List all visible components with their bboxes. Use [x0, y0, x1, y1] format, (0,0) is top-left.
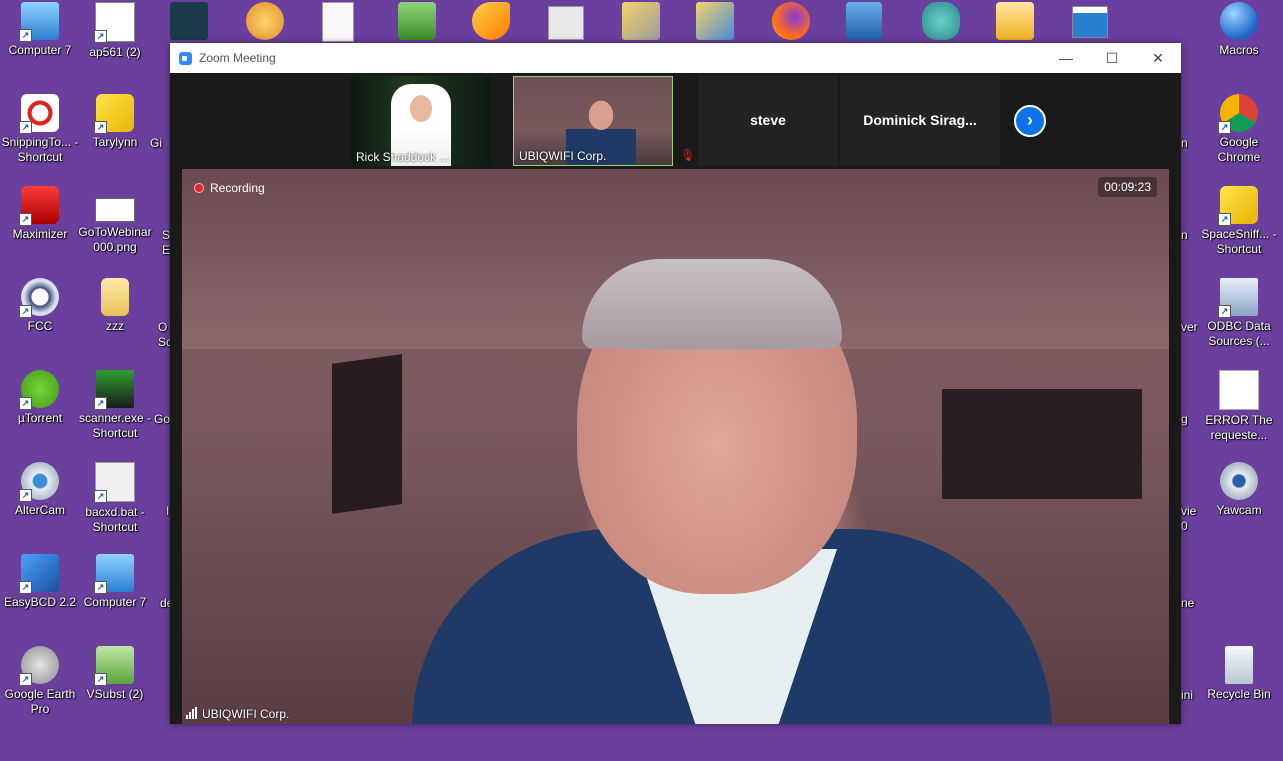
desktop-icon-tarylynn[interactable]: ↗ Tarylynn — [76, 94, 154, 150]
snipping-tool-icon: ↗ — [19, 94, 59, 134]
speaker-hair — [582, 259, 842, 349]
maximize-button[interactable]: ☐ — [1089, 43, 1135, 73]
tools-icon[interactable] — [696, 2, 734, 40]
close-button[interactable]: ✕ — [1135, 43, 1181, 73]
vsubst-icon: ↗ — [94, 646, 134, 686]
desktop-icon-altercam[interactable]: ↗ AlterCam — [1, 462, 79, 518]
globe-icon — [1220, 2, 1258, 40]
easybcd-icon: ↗ — [19, 554, 59, 594]
recording-dot-icon — [194, 183, 204, 193]
video-window — [942, 389, 1142, 499]
firefox-icon[interactable] — [772, 2, 810, 40]
participant-name: UBIQWIFI Corp. — [519, 149, 607, 163]
desktop-icon-odbc[interactable]: ↗ ODBC Data Sources (... — [1200, 278, 1278, 349]
participant-name: Rick Shaddock ... — [356, 150, 450, 164]
computer-icon: ↗ — [19, 2, 59, 42]
utorrent-icon: ↗ — [19, 370, 59, 410]
scanner-icon: ↗ — [94, 370, 134, 410]
desktop-icon-recycle-bin[interactable]: Recycle Bin — [1200, 646, 1278, 702]
desktop-partial-label: ini — [1181, 688, 1194, 702]
desktop-icon-snipping-tool[interactable]: ↗ SnippingTo... - Shortcut — [1, 94, 79, 165]
desktop-icon-google-chrome[interactable]: ↗ Google Chrome — [1200, 94, 1278, 165]
recycle-bin-icon — [1225, 646, 1253, 684]
desktop-icon-ap561[interactable]: ↗ ap561 (2) — [76, 2, 154, 60]
desktop-partial-label: n — [1181, 136, 1188, 150]
muted-mic-icon: 🎙 — [680, 148, 696, 162]
outlook-icon[interactable] — [996, 2, 1034, 40]
desktop-icon-utorrent[interactable]: ↗ µTorrent — [1, 370, 79, 426]
participant-thumbnail-active[interactable]: UBIQWIFI Corp. — [513, 76, 673, 166]
active-speaker-video[interactable]: Recording 00:09:23 UBIQWIFI Corp. — [182, 169, 1169, 724]
participant-name: Dominick Sirag... — [863, 112, 977, 128]
tree-icon[interactable] — [922, 2, 960, 40]
desktop-partial-label: n — [1181, 228, 1188, 242]
webcam-icon — [1220, 462, 1258, 500]
desktop-partial-label: ne — [1181, 596, 1195, 610]
zoom-logo-icon — [179, 52, 192, 65]
recording-label: Recording — [210, 181, 265, 195]
minimize-button[interactable]: — — [1043, 43, 1089, 73]
network-icon: ↗ — [94, 94, 134, 134]
desktop-icon-computer-7-b[interactable]: ↗ Computer 7 — [76, 554, 154, 610]
app-icon[interactable] — [170, 2, 208, 40]
participant-thumbnail[interactable]: Rick Shaddock ... — [351, 76, 491, 166]
odbc-icon: ↗ — [1218, 278, 1258, 318]
desktop-icon-zzz[interactable]: zzz — [76, 278, 154, 334]
desktop-icon-computer-7[interactable]: ↗ Computer 7 — [1, 2, 79, 58]
chevron-right-icon: › — [1027, 110, 1033, 130]
fox-icon[interactable] — [472, 2, 510, 40]
video-wall-frame — [332, 354, 402, 514]
virtualbox-icon[interactable] — [846, 2, 882, 40]
desktop-icon-bacxd[interactable]: ↗ bacxd.bat - Shortcut — [76, 462, 154, 535]
signal-strength-icon — [186, 707, 198, 722]
recording-indicator: Recording — [194, 181, 265, 195]
desktop-icon-gotowebinar[interactable]: GoToWebinar 000.png — [76, 186, 154, 255]
participant-tile[interactable]: steve — [698, 76, 838, 166]
desktop-icon-maximizer[interactable]: ↗ Maximizer — [1, 186, 79, 242]
desktop-icon-vsubst[interactable]: ↗ VSubst (2) — [76, 646, 154, 702]
participant-tile[interactable]: Dominick Sirag... — [840, 76, 1000, 166]
desktop-icon-macros[interactable]: Macros — [1200, 2, 1278, 58]
chrome-icon: ↗ — [1218, 94, 1258, 134]
webcam-icon: ↗ — [19, 462, 59, 502]
zoom-window: Zoom Meeting — ☐ ✕ Rick Shaddock ... UBI… — [170, 43, 1181, 724]
folder-icon — [101, 278, 129, 316]
batch-file-icon: ↗ — [94, 462, 135, 503]
participant-name: steve — [750, 112, 786, 128]
document-icon: ↗ — [94, 2, 135, 43]
desktop-partial-label: g — [1181, 412, 1188, 426]
meeting-timer: 00:09:23 — [1098, 177, 1157, 197]
desktop-icon-fcc[interactable]: ↗ FCC — [1, 278, 79, 334]
installer-icon[interactable] — [398, 2, 436, 40]
window-title: Zoom Meeting — [199, 51, 276, 65]
next-participants-button[interactable]: › — [1014, 105, 1046, 137]
speaker-name: UBIQWIFI Corp. — [202, 707, 290, 721]
settings-icon[interactable] — [548, 6, 584, 40]
desktop-partial-label: Gi — [150, 136, 162, 150]
participant-strip: Rick Shaddock ... UBIQWIFI Corp. 🎙 steve… — [170, 73, 1181, 168]
desktop-icon-scanner[interactable]: ↗ scanner.exe - Shortcut — [76, 370, 154, 441]
tools-icon[interactable] — [622, 2, 660, 40]
computer-icon: ↗ — [94, 554, 134, 594]
desktop-icon-google-earth-pro[interactable]: ↗ Google Earth Pro — [1, 646, 79, 717]
error-image-icon — [1219, 370, 1259, 410]
desktop-icon-easybcd[interactable]: ↗ EasyBCD 2.2 — [1, 554, 79, 610]
paint-icon[interactable] — [246, 2, 284, 40]
phone-icon: ↗ — [19, 278, 59, 318]
document-icon[interactable] — [322, 2, 354, 42]
puzzle-icon: ↗ — [1218, 186, 1258, 226]
google-earth-icon: ↗ — [19, 646, 59, 686]
desktop-icon-spacesniffer[interactable]: ↗ SpaceSniff... - Shortcut — [1200, 186, 1278, 257]
desktop-icon-error-image[interactable]: ERROR The requeste... — [1200, 370, 1278, 443]
image-file-icon — [95, 198, 135, 222]
window-icon[interactable] — [1072, 6, 1108, 38]
desktop-icon-yawcam[interactable]: Yawcam — [1200, 462, 1278, 518]
maximizer-icon: ↗ — [19, 186, 59, 226]
title-bar: Zoom Meeting — ☐ ✕ — [170, 43, 1181, 73]
speaker-name-tag: UBIQWIFI Corp. — [186, 707, 289, 722]
